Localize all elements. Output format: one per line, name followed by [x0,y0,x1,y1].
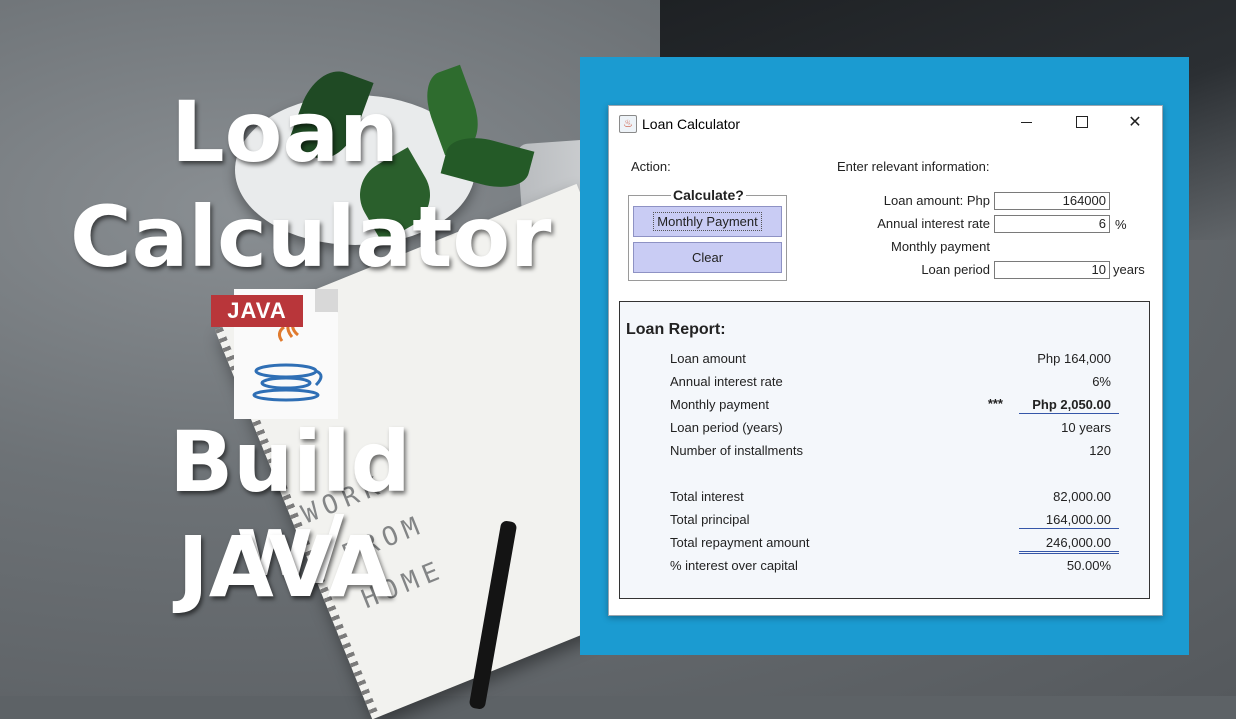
report-value: 164,000.00 [1045,512,1111,527]
report-value: 10 years [1061,420,1111,435]
report-label: Total interest [670,489,744,504]
calculate-group: Calculate? Monthly Payment Clear [628,187,787,281]
report-value: 120 [1089,443,1111,458]
loan-report-panel: Loan Report: Loan amount Php 164,000 Ann… [619,301,1150,599]
maximize-icon [1076,116,1088,128]
report-label: Monthly payment [670,397,769,412]
report-row-interest-rate: Annual interest rate 6% [670,372,1111,392]
report-label: Annual interest rate [670,374,783,389]
report-value: 82,000.00 [1053,489,1111,504]
loan-amount-label: Loan amount: Php [883,193,990,208]
report-label: Number of installments [670,443,803,458]
maximize-button[interactable] [1059,106,1105,138]
monthly-payment-label: Monthly payment [891,239,990,254]
report-label: Loan period (years) [670,420,783,435]
headline-calculator: Calculator [70,188,552,286]
period-unit-label: years [1113,262,1145,277]
interest-rate-label: Annual interest rate [877,216,990,231]
info-label: Enter relevant information: [837,159,990,174]
close-icon: ✕ [1128,114,1142,131]
close-button[interactable]: ✕ [1112,106,1158,138]
title-bar[interactable]: ♨ Loan Calculator ✕ [609,106,1162,140]
java-app-icon: ♨ [619,115,637,133]
report-value: 50.00% [1066,558,1111,573]
report-label: % interest over capital [670,558,798,573]
report-row-total-interest: Total interest 82,000.00 [670,487,1111,507]
interest-rate-field[interactable]: 6 [994,215,1110,233]
report-value: Php 164,000 [1037,351,1111,366]
loan-period-label: Loan period [921,262,990,277]
monthly-payment-button-label: Monthly Payment [653,212,762,231]
report-row-loan-amount: Loan amount Php 164,000 [670,349,1111,369]
report-value: 6% [1092,374,1111,389]
report-row-loan-period: Loan period (years) 10 years [670,418,1111,438]
loan-period-field[interactable]: 10 [994,261,1110,279]
headline-java: JAVA [177,518,393,616]
report-row-installments: Number of installments 120 [670,441,1111,461]
minimize-icon [1020,121,1032,123]
report-row-interest-over-capital: % interest over capital 50.00% [670,556,1111,576]
report-value: 246,000.00 [1045,535,1111,550]
report-row-monthly-payment: Monthly payment *** Php 2,050.00 [670,395,1119,415]
report-value: Php 2,050.00 [1032,397,1111,412]
monthly-payment-button[interactable]: Monthly Payment [633,206,782,237]
report-label: Total repayment amount [670,535,810,550]
clear-button[interactable]: Clear [633,242,782,273]
report-label: Total principal [670,512,750,527]
report-row-total-repayment: Total repayment amount 246,000.00 [670,533,1119,554]
report-row-total-principal: Total principal 164,000.00 [670,510,1119,530]
java-file-fold [315,289,338,312]
report-title: Loan Report: [626,321,726,338]
window-content: Action: Enter relevant information: Calc… [609,140,1162,615]
loan-calculator-window: ♨ Loan Calculator ✕ Action: Enter releva… [608,105,1163,616]
minimize-button[interactable] [1003,106,1049,138]
interest-unit-label: % [1115,217,1127,232]
headline-loan: Loan [171,83,399,181]
loan-amount-field[interactable]: 164000 [994,192,1110,210]
report-label: Loan amount [670,351,746,366]
clear-button-label: Clear [691,250,724,265]
action-label: Action: [631,159,671,174]
window-title: Loan Calculator [642,116,741,132]
highlight-marker: *** [987,396,1003,411]
calculate-group-title: Calculate? [671,187,746,203]
java-badge: JAVA [211,295,303,327]
